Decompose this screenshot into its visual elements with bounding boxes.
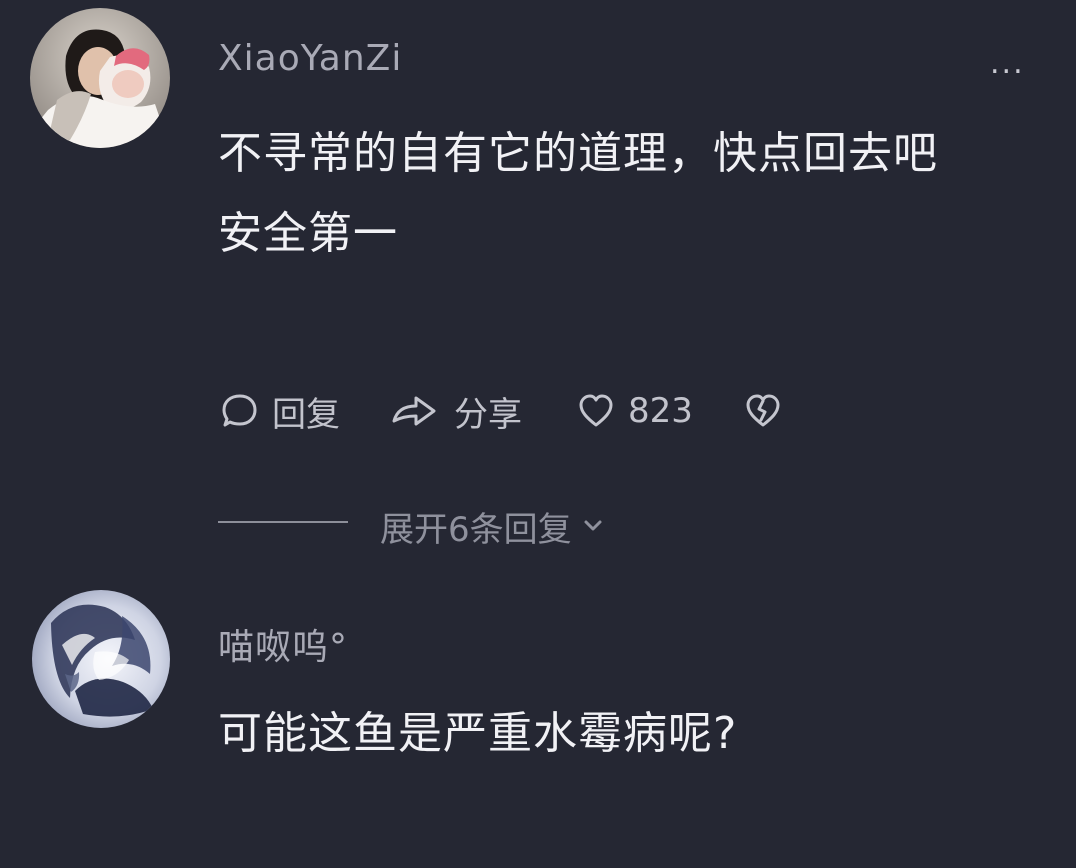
dislike-button[interactable] xyxy=(741,389,785,433)
comment-username[interactable]: 喵呶呜° xyxy=(218,618,348,670)
chevron-down-icon xyxy=(584,520,602,531)
user-avatar-2[interactable] xyxy=(32,590,170,728)
comment-text-line-2: 安全第一 xyxy=(218,208,398,259)
more-options-button[interactable]: ... xyxy=(990,49,1034,79)
broken-heart-icon xyxy=(746,394,780,427)
comment-actions: 回复 分享 823 xyxy=(218,384,785,438)
comment-username[interactable]: XiaoYanZi xyxy=(218,38,402,79)
avatar-abstract-image xyxy=(32,590,170,728)
more-icon: ... xyxy=(990,46,1025,81)
share-button[interactable]: 分享 xyxy=(386,387,522,436)
comment-text-line-1: 不寻常的自有它的道理，快点回去吧 xyxy=(218,128,938,179)
like-button[interactable]: 823 xyxy=(574,389,693,433)
heart-icon xyxy=(579,394,613,427)
share-label: 分享 xyxy=(454,394,522,435)
expand-replies-button[interactable]: 展开6条回复 xyxy=(380,502,606,550)
replies-divider xyxy=(218,521,348,523)
comment-bubble-icon xyxy=(222,394,257,427)
share-arrow-icon xyxy=(392,396,436,426)
like-count: 823 xyxy=(628,391,693,431)
comment-text: 可能这鱼是严重水霉病呢? xyxy=(218,708,738,759)
reply-button[interactable]: 回复 xyxy=(218,387,340,436)
reply-label: 回复 xyxy=(272,394,340,435)
comment-text: 不寻常的自有它的道理，快点回去吧 安全第一 xyxy=(218,114,1058,274)
expand-replies-label: 展开6条回复 xyxy=(380,509,572,550)
avatar-photo-image xyxy=(30,8,170,148)
user-avatar-1[interactable] xyxy=(30,8,170,148)
